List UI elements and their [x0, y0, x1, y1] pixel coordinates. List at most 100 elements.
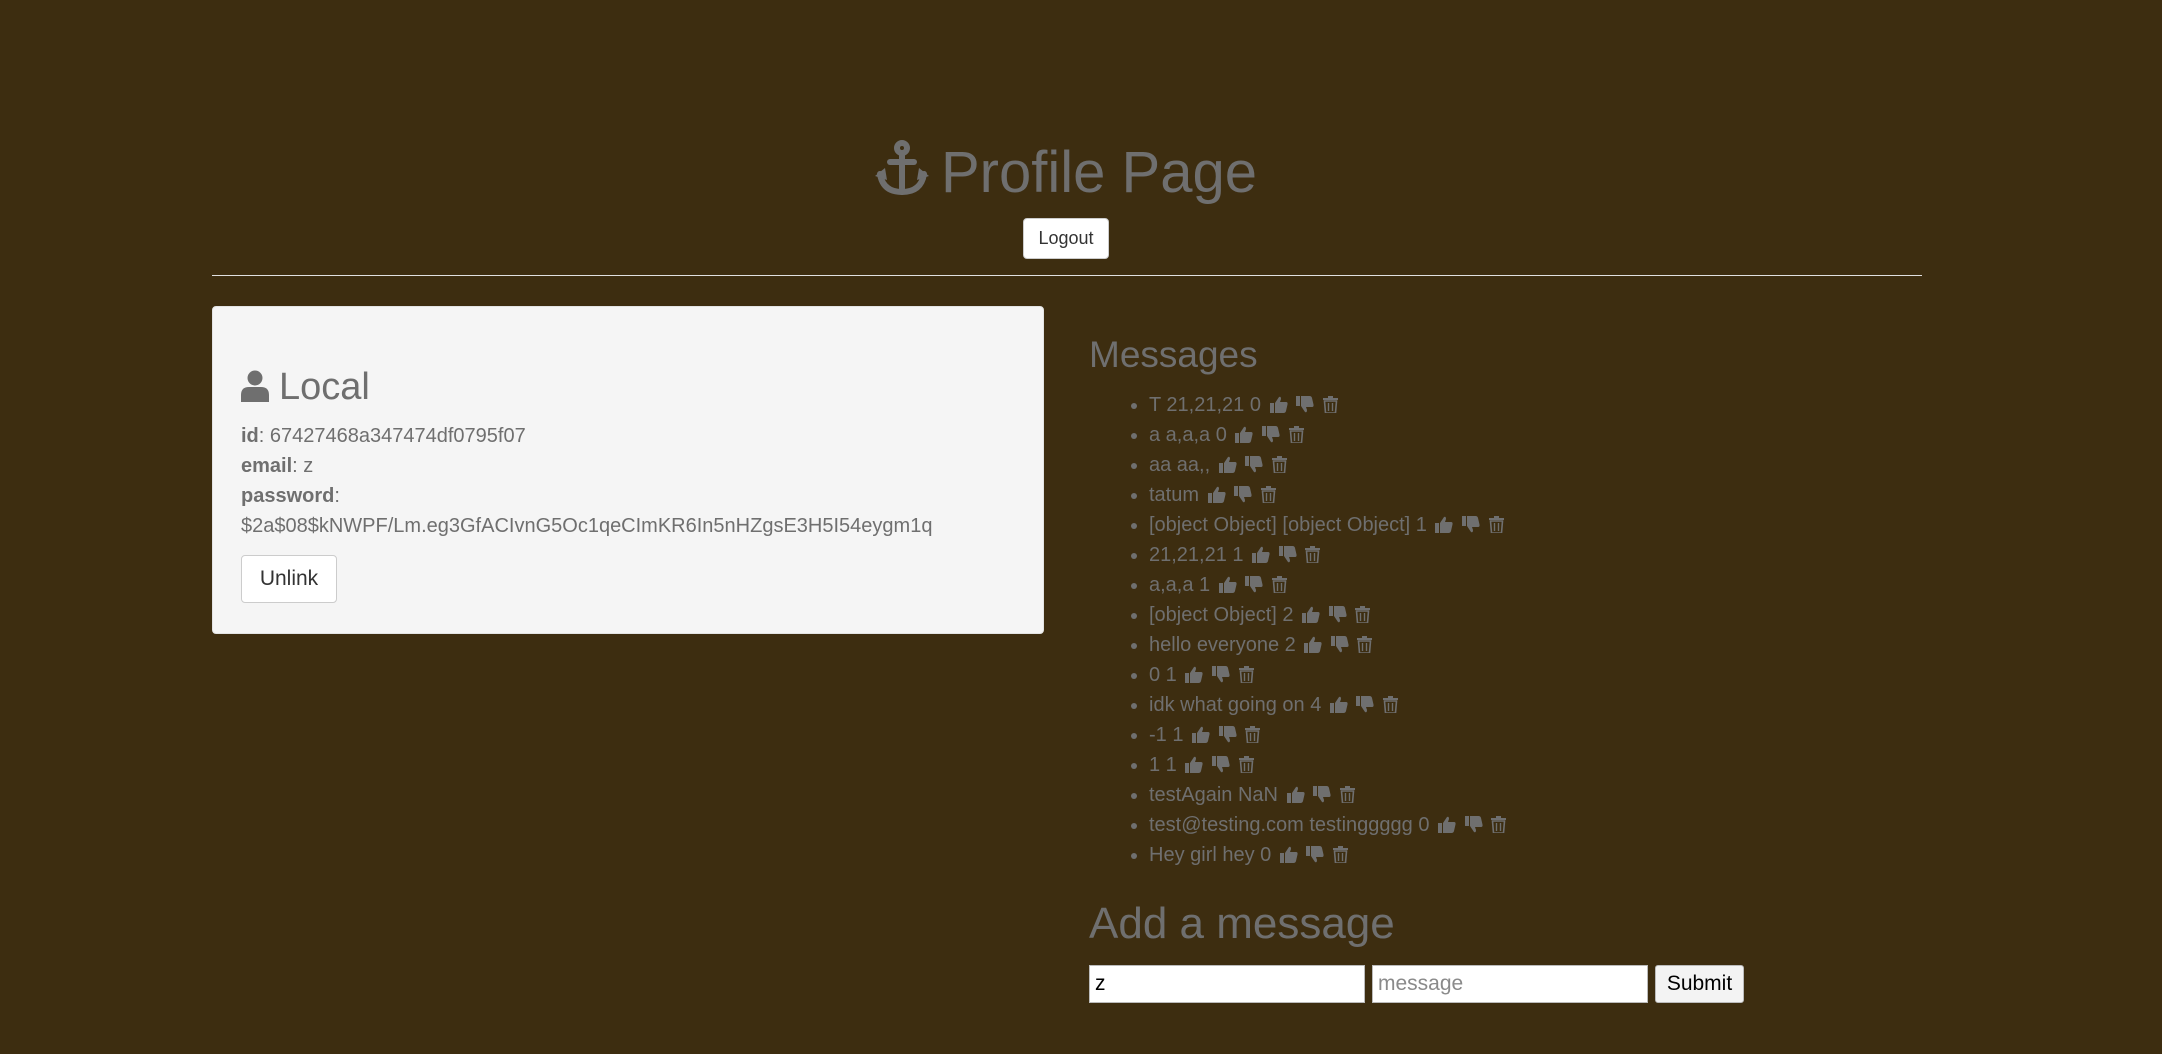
thumbs-down-icon[interactable] [1328, 602, 1347, 632]
trash-icon[interactable] [1271, 452, 1287, 482]
local-title: Local [241, 364, 370, 413]
messages-list: T 21,21,21 0 a a,a,a 0 aa aa,, tatum [ob… [1089, 390, 1507, 870]
message-item: tatum [1149, 480, 1506, 510]
trash-icon[interactable] [1339, 782, 1355, 812]
thumbs-down-icon[interactable] [1462, 512, 1480, 542]
thumbs-up-icon[interactable] [1435, 512, 1454, 542]
trash-icon[interactable] [1355, 602, 1371, 632]
message-text: [object Object] [object Object] 1 [1149, 514, 1427, 536]
trash-icon[interactable] [1238, 752, 1254, 782]
message-text: a a,a,a 0 [1149, 424, 1227, 446]
trash-icon[interactable] [1260, 482, 1276, 512]
messages-title: Messages [1089, 334, 1258, 375]
thumbs-down-icon[interactable] [1234, 482, 1252, 512]
thumbs-up-icon[interactable] [1269, 392, 1288, 422]
add-message-title: Add a message [1089, 899, 1395, 948]
thumbs-up-icon[interactable] [1235, 422, 1254, 452]
message-text: Hey girl hey 0 [1149, 844, 1272, 866]
thumbs-up-icon[interactable] [1192, 722, 1210, 752]
thumbs-down-icon[interactable] [1245, 452, 1263, 482]
thumbs-down-icon[interactable] [1313, 782, 1331, 812]
anchor-icon [875, 140, 929, 212]
submit-button[interactable]: Submit [1655, 965, 1744, 1003]
message-input[interactable] [1372, 965, 1648, 1003]
message-item: testAgain NaN [1149, 780, 1506, 810]
message-item: 1 1 [1149, 750, 1506, 780]
email-value: z [303, 455, 314, 477]
thumbs-down-icon[interactable] [1296, 392, 1314, 422]
message-text: test@testing.com testinggggg 0 [1149, 814, 1430, 836]
message-text: a,a,a 1 [1149, 574, 1211, 596]
trash-icon[interactable] [1488, 512, 1504, 542]
trash-icon[interactable] [1357, 632, 1373, 662]
message-item: a,a,a 1 [1149, 570, 1506, 600]
thumbs-up-icon[interactable] [1438, 812, 1456, 842]
trash-icon[interactable] [1238, 662, 1254, 692]
message-text: hello everyone 2 [1149, 634, 1296, 656]
trash-icon[interactable] [1271, 572, 1287, 602]
page-title-text: Profile Page [941, 140, 1257, 205]
thumbs-down-icon[interactable] [1211, 662, 1230, 692]
thumbs-up-icon[interactable] [1279, 842, 1298, 872]
email-field: email: z [241, 455, 314, 477]
message-text: [object Object] 2 [1149, 604, 1294, 626]
trash-icon[interactable] [1305, 542, 1321, 572]
trash-icon[interactable] [1491, 812, 1507, 842]
logout-button[interactable]: Logout [1023, 218, 1109, 259]
id-field: id: 67427468a347474df0795f07 [241, 425, 526, 447]
name-input[interactable] [1089, 965, 1365, 1003]
message-text: T 21,21,21 0 [1149, 394, 1261, 416]
local-title-text: Local [279, 366, 370, 408]
message-text: testAgain NaN [1149, 784, 1278, 806]
message-item: [object Object] 2 [1149, 600, 1506, 630]
password-label: password [241, 485, 335, 507]
thumbs-up-icon[interactable] [1207, 482, 1226, 512]
header-divider [212, 275, 1922, 276]
message-item: hello everyone 2 [1149, 630, 1506, 660]
thumbs-up-icon[interactable] [1252, 542, 1270, 572]
local-account-card: Local id: 67427468a347474df0795f07 email… [212, 306, 1044, 634]
page-title: Profile Page [0, 138, 2132, 212]
thumbs-up-icon[interactable] [1329, 692, 1348, 722]
message-item: 21,21,21 1 [1149, 540, 1506, 570]
thumbs-down-icon[interactable] [1278, 542, 1297, 572]
unlink-button[interactable]: Unlink [241, 555, 337, 603]
thumbs-up-icon[interactable] [1302, 602, 1320, 632]
message-text: 0 1 [1149, 664, 1177, 686]
user-icon [241, 367, 269, 413]
trash-icon[interactable] [1288, 422, 1304, 452]
thumbs-down-icon[interactable] [1245, 572, 1263, 602]
thumbs-down-icon[interactable] [1261, 422, 1280, 452]
trash-icon[interactable] [1322, 392, 1338, 422]
thumbs-up-icon[interactable] [1185, 752, 1203, 782]
message-text: idk what going on 4 [1149, 694, 1322, 716]
thumbs-down-icon[interactable] [1464, 812, 1483, 842]
thumbs-up-icon[interactable] [1286, 782, 1305, 812]
thumbs-up-icon[interactable] [1304, 632, 1322, 662]
message-item: [object Object] [object Object] 1 [1149, 510, 1506, 540]
trash-icon[interactable] [1383, 692, 1399, 722]
message-text: 21,21,21 1 [1149, 544, 1244, 566]
thumbs-down-icon[interactable] [1218, 722, 1237, 752]
message-item: idk what going on 4 [1149, 690, 1506, 720]
thumbs-up-icon[interactable] [1218, 452, 1237, 482]
thumbs-down-icon[interactable] [1330, 632, 1349, 662]
thumbs-up-icon[interactable] [1185, 662, 1203, 692]
id-label: id [241, 425, 259, 447]
thumbs-down-icon[interactable] [1211, 752, 1230, 782]
message-item: test@testing.com testinggggg 0 [1149, 810, 1507, 842]
thumbs-down-icon[interactable] [1306, 842, 1325, 872]
message-text: 1 1 [1149, 754, 1177, 776]
trash-icon[interactable] [1245, 722, 1261, 752]
thumbs-up-icon[interactable] [1218, 572, 1237, 602]
trash-icon[interactable] [1332, 842, 1348, 872]
message-item: Hey girl hey 0 [1149, 840, 1506, 870]
password-value: $2a$08$kNWPF/Lm.eg3GfACIvnG5Oc1qeCImKR6I… [241, 515, 933, 537]
message-item: aa aa,, [1149, 450, 1506, 480]
thumbs-down-icon[interactable] [1356, 692, 1375, 722]
password-field: password: [241, 485, 340, 507]
message-item: 0 1 [1149, 660, 1506, 690]
message-item: -1 1 [1149, 720, 1506, 750]
message-item: a a,a,a 0 [1149, 420, 1506, 450]
email-label: email [241, 455, 293, 477]
